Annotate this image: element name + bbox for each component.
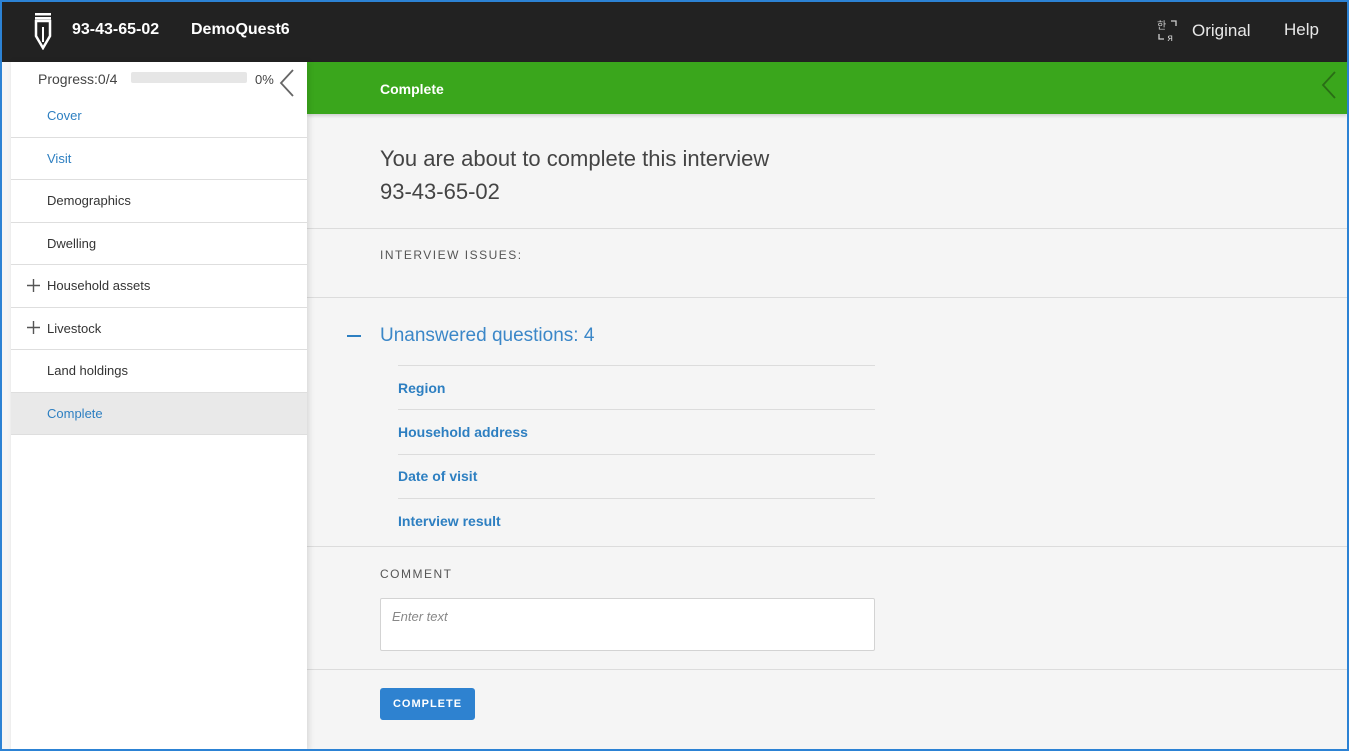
- unanswered-question-link[interactable]: Household address: [398, 409, 875, 453]
- sidebar-item-cover[interactable]: Cover: [11, 95, 307, 138]
- sidebar-item-land-holdings[interactable]: Land holdings: [11, 350, 307, 393]
- plus-icon[interactable]: [27, 278, 40, 292]
- headline-text: You are about to complete this interview: [380, 146, 770, 171]
- section-header: Complete: [307, 62, 1347, 114]
- sidebar-item-household-assets[interactable]: Household assets: [11, 265, 307, 308]
- unanswered-questions-toggle[interactable]: Unanswered questions: 4: [380, 325, 594, 347]
- interview-key: 93-43-65-02: [72, 21, 160, 38]
- sidebar-item-demographics[interactable]: Demographics: [11, 180, 307, 223]
- svg-text:я: я: [1167, 33, 1173, 44]
- sidebar-item-label: Demographics: [47, 193, 131, 209]
- progress-label: Progress:0/4: [38, 71, 118, 87]
- section-title: Complete: [380, 81, 444, 97]
- completion-headline: You are about to complete this interview…: [380, 142, 769, 208]
- unanswered-questions-list: Region Household address Date of visit Inte…: [398, 365, 875, 542]
- main-content: Complete You are about to complete this …: [307, 62, 1347, 749]
- headline-interview-key: 93-43-65-02: [380, 179, 500, 204]
- divider: [307, 546, 1347, 547]
- collapse-minus-icon[interactable]: [347, 335, 361, 337]
- chevron-left-icon[interactable]: [1319, 70, 1339, 100]
- sidebar-item-label: Cover: [47, 108, 82, 124]
- sidebar-item-dwelling[interactable]: Dwelling: [11, 223, 307, 265]
- complete-button[interactable]: COMPLETE: [380, 688, 475, 720]
- issues-caption: INTERVIEW ISSUES:: [380, 248, 523, 262]
- sidebar-item-label: Complete: [47, 405, 103, 421]
- sidebar-item-label: Land holdings: [47, 363, 128, 379]
- divider: [307, 297, 1347, 298]
- questionnaire-title: DemoQuest6: [191, 21, 290, 38]
- sidebar-item-label: Dwelling: [47, 235, 97, 251]
- svg-text:한: 한: [1157, 20, 1166, 32]
- unanswered-question-link[interactable]: Interview result: [398, 497, 875, 542]
- sidebar-item-complete[interactable]: Complete: [11, 392, 307, 435]
- top-bar: 93-43-65-02 DemoQuest6 한 я Original Help: [0, 0, 1349, 62]
- help-link[interactable]: Help: [1284, 20, 1319, 40]
- sidebar-item-label: Livestock: [47, 320, 102, 336]
- section-nav: Cover Visit Demographics Dwelling Household …: [11, 95, 307, 435]
- progress-bar: [131, 72, 247, 83]
- plus-icon[interactable]: [27, 321, 40, 335]
- progress-percent: 0%: [255, 72, 274, 87]
- unanswered-question-link[interactable]: Date of visit: [398, 453, 875, 498]
- comment-input[interactable]: [380, 598, 875, 651]
- unanswered-question-link[interactable]: Region: [398, 365, 875, 409]
- language-label: Original: [1192, 21, 1251, 40]
- sidebar-item-visit[interactable]: Visit: [11, 138, 307, 180]
- logo-icon: [34, 13, 52, 50]
- divider: [307, 228, 1347, 229]
- chevron-left-icon[interactable]: [277, 68, 297, 98]
- translate-icon: 한 я: [1157, 20, 1177, 44]
- sidebar: Progress:0/4 0% Cover Visit Demographics Dw…: [11, 62, 307, 751]
- sidebar-item-label: Visit: [47, 150, 72, 166]
- sidebar-item-label: Household assets: [47, 278, 151, 294]
- language-selector[interactable]: 한 я Original: [1156, 18, 1251, 44]
- divider: [307, 669, 1347, 670]
- sidebar-item-livestock[interactable]: Livestock: [11, 308, 307, 350]
- progress-row: Progress:0/4 0%: [11, 62, 307, 98]
- comment-caption: COMMENT: [380, 567, 453, 581]
